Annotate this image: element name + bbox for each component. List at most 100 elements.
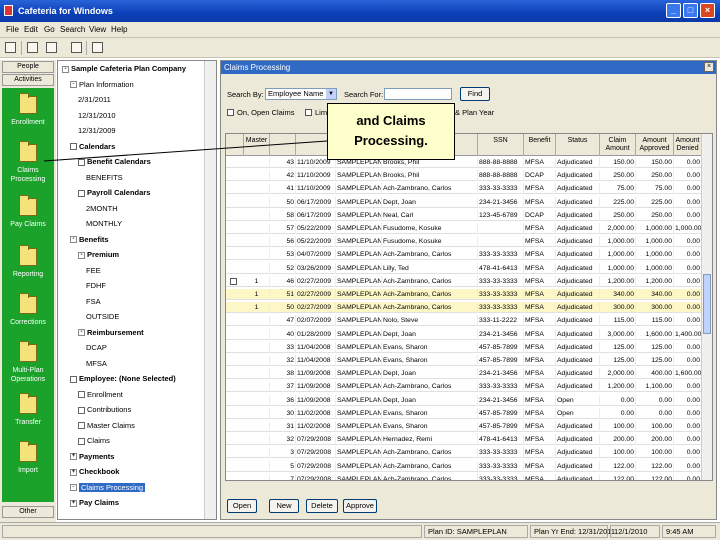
open-folder-icon[interactable] [5, 42, 16, 53]
column-header-amount-approved[interactable]: Amount Approved [636, 134, 674, 156]
tree-node[interactable]: Payroll Calendars [78, 187, 150, 198]
collapse-icon[interactable]: - [70, 236, 77, 244]
activities-group-button[interactable]: Activities [2, 74, 54, 86]
table-row[interactable]: 1 51 02/27/2009 SAMPLEPLAN Ach-Zambrano, Car… [226, 289, 702, 300]
corrections-shortcut[interactable]: Corrections [2, 293, 54, 344]
table-row[interactable]: 5 07/29/2008 SAMPLEPLAN Ach-Zambrano, Carlo… [226, 460, 702, 472]
tree-node[interactable]: - Sample Cafeteria Plan Company [62, 63, 186, 74]
reporting-shortcut[interactable]: Reporting [2, 245, 54, 296]
menu-help[interactable]: Help [111, 25, 127, 34]
tree-node[interactable]: + Pay Claims [70, 497, 119, 508]
tree-node[interactable]: + Checkbook [70, 466, 119, 477]
tree-node[interactable]: 12/31/2009 [78, 125, 116, 136]
table-row[interactable]: 31 11/02/2008 SAMPLEPLAN Evans, Sharon 457-8… [226, 421, 702, 432]
column-header-amount-denied[interactable]: Amount Denied [674, 134, 702, 156]
column-header-master[interactable]: Master [244, 134, 270, 156]
table-row[interactable]: 3 07/29/2008 SAMPLEPLAN Ach-Zambrano, Carlo… [226, 447, 702, 459]
column-header-claim-amount[interactable]: Claim Amount [600, 134, 636, 156]
tree-node[interactable]: Employee: (None Selected) [70, 373, 176, 384]
menu-file[interactable]: File [6, 25, 19, 34]
tree-node[interactable]: FDHF [86, 280, 106, 291]
collapse-icon[interactable]: - [78, 251, 85, 259]
tree-node[interactable]: DCAP [86, 342, 107, 353]
window-icon[interactable] [71, 42, 82, 53]
table-row[interactable]: 38 11/09/2008 SAMPLEPLAN Dept, Joan 234-21-3… [226, 368, 702, 380]
row-checkbox[interactable] [230, 277, 237, 285]
tree-node[interactable]: 2MONTH [86, 203, 118, 214]
tree-node[interactable]: FEE [86, 265, 101, 276]
table-row[interactable]: 7 07/29/2008 SAMPLEPLAN Ach-Zambrano, Carlo… [226, 473, 702, 480]
column-header-number[interactable] [270, 134, 296, 156]
tree-node[interactable]: - Premium [78, 249, 119, 260]
other-group-button[interactable]: Other [2, 506, 54, 518]
tree-node[interactable]: - Benefits [70, 234, 109, 245]
tree-node[interactable]: - Reimbursement [78, 327, 144, 338]
expand-icon[interactable]: + [70, 499, 77, 507]
binoculars-icon[interactable] [27, 42, 38, 53]
scroll-thumb[interactable] [703, 274, 711, 334]
search-input[interactable] [384, 88, 452, 100]
expand-icon[interactable]: + [70, 468, 77, 476]
tree-node[interactable]: + Payments [70, 451, 114, 462]
tree-node[interactable]: Master Claims [78, 420, 135, 431]
find-button[interactable]: Find [460, 87, 490, 101]
claims-processing-shortcut[interactable]: Claims Processing [2, 141, 54, 192]
table-row[interactable]: 43 11/10/2009 SAMPLEPLAN Brooks, Phil 888-88… [226, 157, 702, 168]
tree-node[interactable]: - Plan Information [70, 79, 134, 90]
menu-go[interactable]: Go [44, 25, 55, 34]
claims-grid[interactable]: Master SSN Benefit Status Claim Amount A… [225, 133, 713, 481]
menu-search[interactable]: Search [60, 25, 85, 34]
tree-scrollbar[interactable] [204, 61, 216, 519]
delete-button[interactable]: Delete [306, 499, 338, 513]
new-button[interactable]: New [269, 499, 299, 513]
collapse-icon[interactable]: - [78, 329, 85, 337]
table-row[interactable]: 47 02/07/2009 SAMPLEPLAN Nolo, Steve 333-11-… [226, 315, 702, 327]
tree-node[interactable]: Claims [78, 435, 110, 446]
table-row[interactable]: 36 11/09/2008 SAMPLEPLAN Dept, Joan 234-21-3… [226, 394, 702, 406]
tree-node[interactable]: OUTSIDE [86, 311, 119, 322]
table-row[interactable]: 32 11/04/2008 SAMPLEPLAN Evans, Sharon 457-8… [226, 355, 702, 366]
tree-node[interactable]: Contributions [78, 404, 131, 415]
column-header-benefit[interactable]: Benefit [524, 134, 556, 156]
approve-button[interactable]: Approve [343, 499, 377, 513]
tree-node[interactable]: 2/31/2011 [78, 94, 111, 105]
tree-node[interactable]: Calendars [70, 141, 115, 152]
tree-node[interactable]: MFSA [86, 358, 107, 369]
limit-checkbox[interactable] [305, 109, 312, 116]
minimize-button[interactable]: _ [666, 3, 681, 18]
column-header-ssn[interactable]: SSN [478, 134, 524, 156]
print-icon[interactable] [92, 42, 103, 53]
tree-node[interactable]: 12/31/2010 [78, 110, 116, 121]
import-shortcut[interactable]: Import [2, 441, 54, 492]
column-header-status[interactable]: Status [556, 134, 600, 156]
multi-plan-operations-shortcut[interactable]: Multi-Plan Operations [2, 341, 54, 392]
transfer-shortcut[interactable]: Transfer [2, 393, 54, 444]
tree-node[interactable]: BENEFITS [86, 172, 123, 183]
tree-node[interactable]: MONTHLY [86, 218, 122, 229]
collapse-icon[interactable]: - [70, 81, 77, 89]
table-row[interactable]: 33 11/04/2008 SAMPLEPLAN Evans, Sharon 457-8… [226, 341, 702, 353]
close-button[interactable]: × [700, 3, 715, 18]
panel-close-button[interactable]: × [704, 62, 714, 72]
tree-node[interactable]: Benefit Calendars [78, 156, 151, 167]
table-row[interactable]: 1 46 02/27/2009 SAMPLEPLAN Ach-Zambrano, Car… [226, 275, 702, 287]
collapse-icon[interactable]: - [62, 65, 69, 73]
navigation-tree[interactable]: - Sample Cafeteria Plan Company - Plan Info… [57, 60, 217, 520]
table-row[interactable]: 37 11/09/2008 SAMPLEPLAN Ach-Zambrano, Carl… [226, 381, 702, 393]
tree-node[interactable]: FSA [86, 296, 101, 307]
new-document-icon[interactable] [46, 42, 57, 53]
enrollment-shortcut[interactable]: Enrollment [2, 93, 54, 144]
table-row[interactable]: 30 11/02/2008 SAMPLEPLAN Evans, Sharon 457-8… [226, 407, 702, 419]
table-row[interactable]: 1 50 02/27/2009 SAMPLEPLAN Ach-Zambrano, Car… [226, 302, 702, 314]
pay-claims-shortcut[interactable]: Pay Claims [2, 195, 54, 246]
expand-icon[interactable]: + [70, 453, 77, 461]
table-row[interactable]: 40 01/28/2009 SAMPLEPLAN Dept, Joan 234-21-3… [226, 328, 702, 340]
open-claims-checkbox[interactable] [227, 109, 234, 116]
maximize-button[interactable]: □ [683, 3, 698, 18]
menu-edit[interactable]: Edit [24, 25, 38, 34]
table-row[interactable]: 41 11/10/2009 SAMPLEPLAN Ach-Zambrano, Carl… [226, 183, 702, 195]
menu-view[interactable]: View [89, 25, 106, 34]
tree-node[interactable]: - Claims Processing [70, 482, 146, 493]
table-row[interactable]: 58 06/17/2009 SAMPLEPLAN Neal, Carl 123-45-6… [226, 209, 702, 221]
tree-node[interactable]: Enrollment [78, 389, 123, 400]
